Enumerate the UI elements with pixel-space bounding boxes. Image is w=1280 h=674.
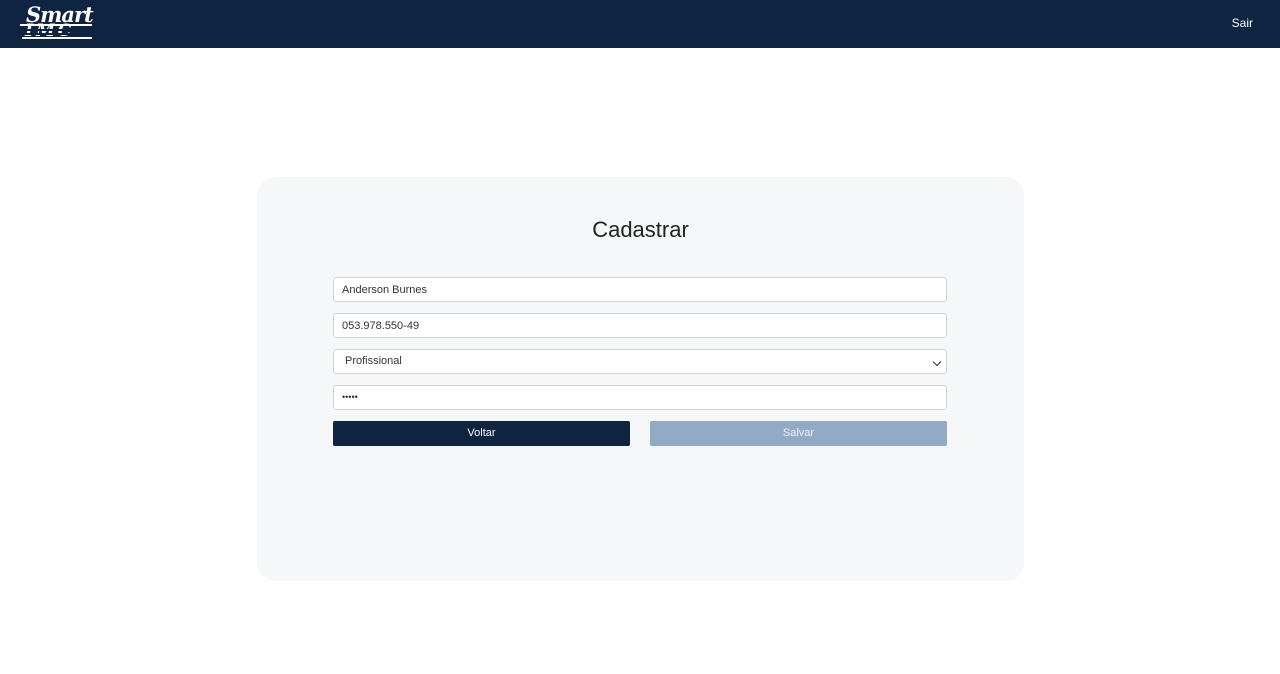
chevron-down-icon bbox=[932, 357, 942, 367]
register-card: Cadastrar Profissional ••••• Voltar Salv… bbox=[257, 177, 1024, 581]
logo-stripe bbox=[24, 33, 94, 35]
role-select-value: Profissional bbox=[345, 355, 402, 367]
page-title: Cadastrar bbox=[592, 217, 689, 242]
logo-stripe bbox=[24, 29, 94, 31]
role-select[interactable]: Profissional bbox=[333, 349, 947, 374]
name-input[interactable] bbox=[333, 277, 947, 302]
save-button[interactable]: Salvar bbox=[650, 421, 947, 446]
cpf-input[interactable] bbox=[333, 313, 947, 338]
password-input[interactable]: ••••• bbox=[333, 385, 947, 410]
password-masked-value: ••••• bbox=[342, 392, 358, 402]
top-navbar: Smart IMC Sair bbox=[0, 0, 1280, 48]
logout-link[interactable]: Sair bbox=[1232, 16, 1253, 30]
logo-stripe bbox=[20, 24, 92, 26]
logo-stripe bbox=[22, 37, 92, 39]
back-button[interactable]: Voltar bbox=[333, 421, 630, 446]
smart-imc-logo[interactable]: Smart IMC bbox=[20, 2, 96, 42]
